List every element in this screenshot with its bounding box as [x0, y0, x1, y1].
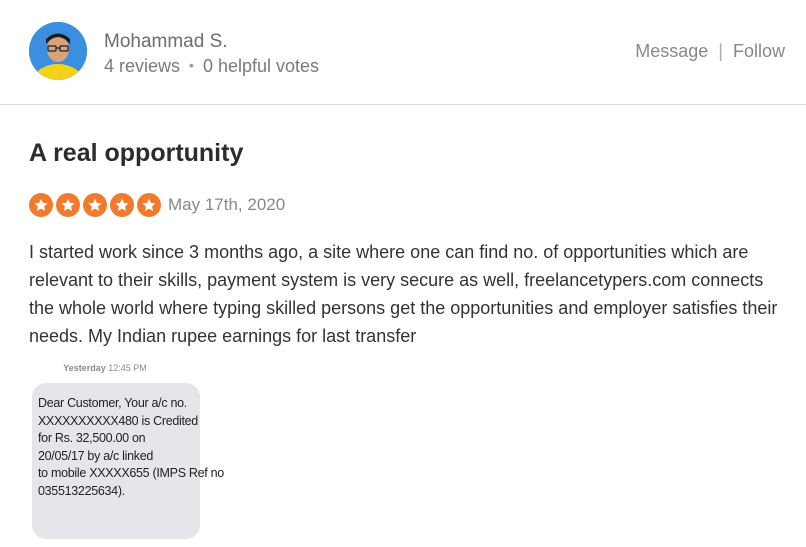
sms-bubble: Dear Customer, Your a/c no. XXXXXXXXXX480…	[32, 383, 224, 539]
reviewer-header: Mohammad S. 4 reviews • 0 helpful votes Me…	[0, 0, 806, 105]
reviewer-stats: 4 reviews • 0 helpful votes	[104, 56, 319, 77]
star-icon	[137, 193, 161, 217]
sms-message-text: Dear Customer, Your a/c no. XXXXXXXXXX480…	[38, 395, 224, 500]
review-body: I started work since 3 months ago, a sit…	[29, 242, 778, 346]
sms-line: 20/05/17 by a/c linked	[38, 448, 154, 463]
star-icon	[29, 193, 53, 217]
sms-line: Dear Customer, Your a/c no.	[38, 396, 187, 410]
star-icon	[83, 193, 107, 217]
sms-time: 12:45 PM	[108, 363, 147, 373]
star-icon	[110, 193, 134, 217]
star-icon	[56, 193, 80, 217]
sms-line: XXXXXXXXXX480 is Credited	[38, 413, 198, 428]
review-date: May 17th, 2020	[168, 195, 286, 214]
sms-line: to mobile XXXXX655 (IMPS Ref no	[38, 466, 224, 480]
sms-line: 035513225634).	[38, 483, 125, 498]
star-rating	[29, 193, 161, 217]
review-attachment-image[interactable]: Yesterday 12:45 PM Dear Customer, Your a…	[30, 363, 224, 543]
follow-link[interactable]: Follow	[733, 41, 785, 61]
review-count: 4 reviews	[104, 56, 181, 76]
reviewer-name[interactable]: Mohammad S.	[104, 31, 228, 53]
avatar-photo	[29, 22, 87, 80]
message-link[interactable]: Message	[635, 41, 708, 61]
sms-line: for Rs. 32,500.00 on	[38, 431, 146, 445]
avatar[interactable]	[29, 22, 87, 80]
helpful-votes-count: 0 helpful votes	[202, 56, 320, 76]
sms-timestamp: Yesterday 12:45 PM	[30, 363, 180, 373]
review-title: A real opportunity	[29, 139, 244, 167]
sms-day: Yesterday	[63, 363, 106, 373]
bullet-separator: •	[189, 57, 194, 73]
reviewer-actions: Message | Follow	[635, 41, 785, 62]
action-separator: |	[718, 41, 723, 61]
